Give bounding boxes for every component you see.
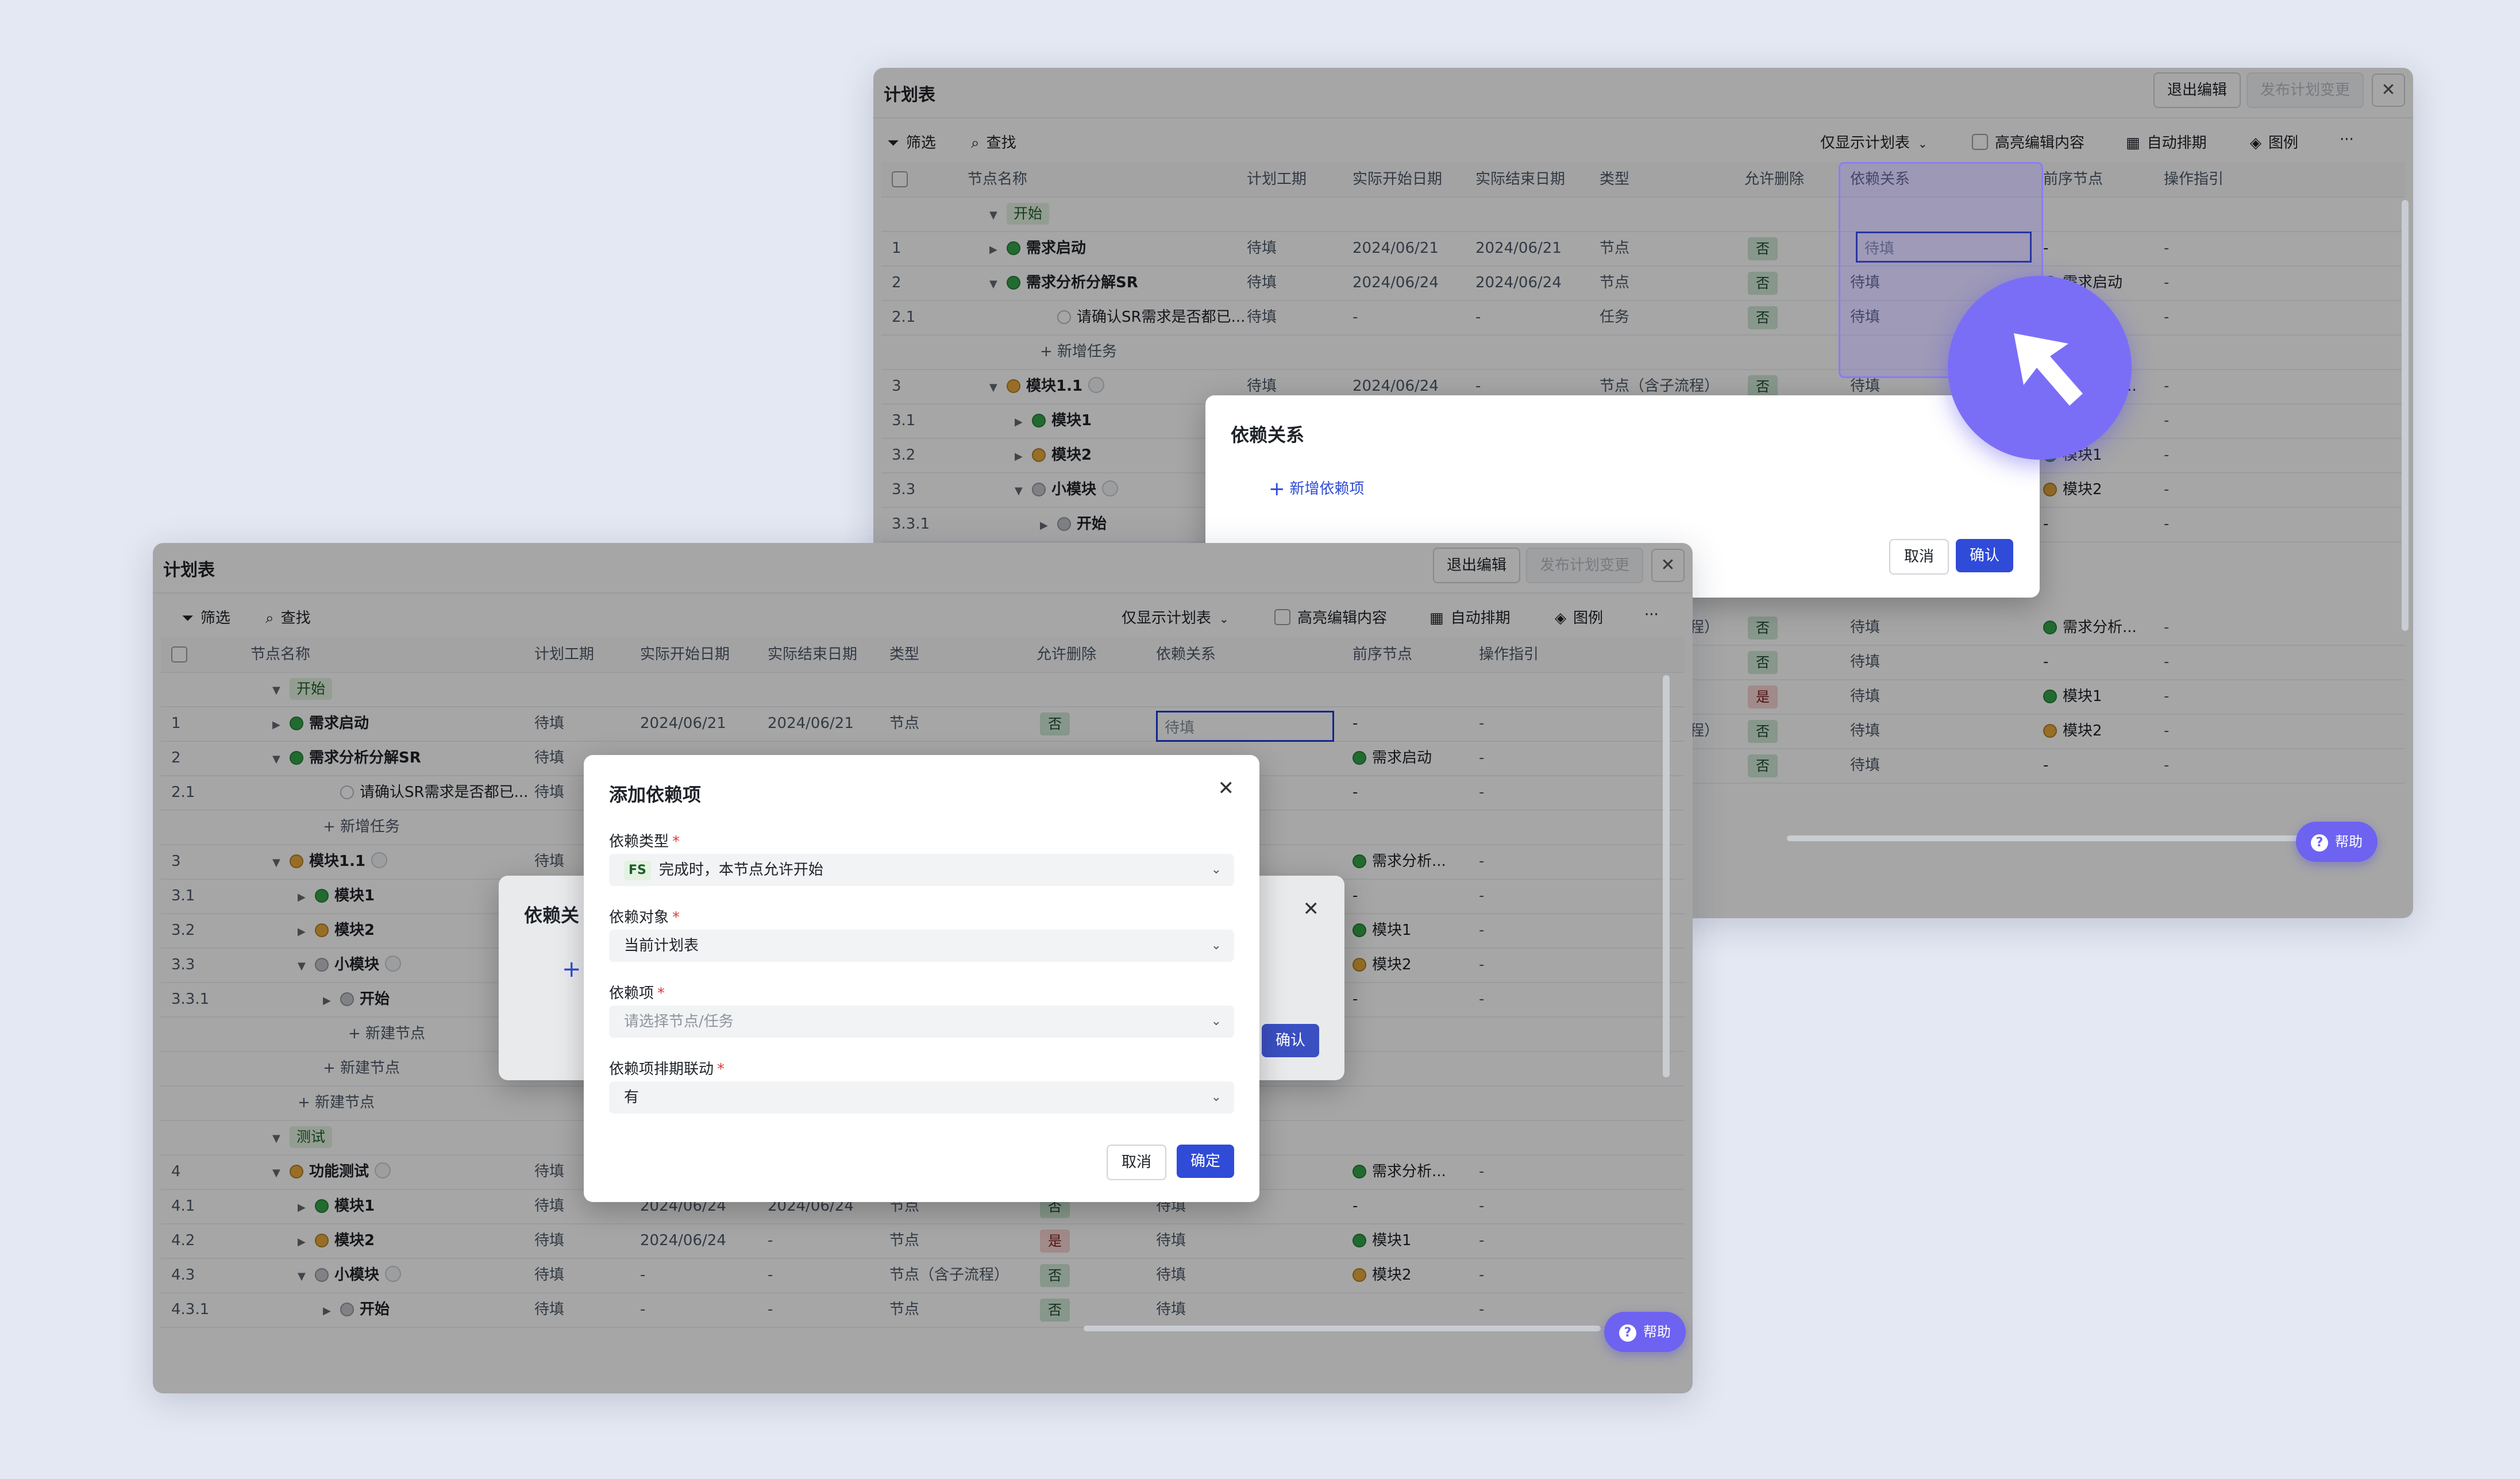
chevron-down-icon: ⌄ xyxy=(1211,862,1222,877)
field-value: 完成时，本节点允许开始 xyxy=(658,861,823,879)
close-icon[interactable]: ✕ xyxy=(1303,898,1320,920)
field-label-text: 依赖类型 xyxy=(609,833,669,850)
cancel-button[interactable]: 取消 xyxy=(1889,539,1949,575)
field-label: 依赖类型 * xyxy=(609,830,680,851)
field-value: 有 xyxy=(624,1089,639,1106)
field-value: 当前计划表 xyxy=(624,937,699,954)
field-label: 依赖项 * xyxy=(609,981,665,1003)
cancel-button[interactable]: 取消 xyxy=(1107,1145,1167,1180)
chevron-down-icon: ⌄ xyxy=(1211,1014,1222,1029)
field-value: 请选择节点/任务 xyxy=(624,1013,734,1030)
field-label-text: 依赖项 xyxy=(609,985,654,1002)
horizontal-scrollbar[interactable] xyxy=(1084,1326,1601,1331)
help-icon: ? xyxy=(2311,834,2328,852)
dependency-type-tag: FS xyxy=(624,861,651,880)
add-dependency-dialog: 添加依赖项 ✕ 依赖类型 * FS 完成时，本节点允许开始 ⌄ 依赖对象 * 当前计划表 ⌄ 依赖… xyxy=(584,755,1259,1202)
required-mark: * xyxy=(672,833,680,850)
confirm-button[interactable]: 确定 xyxy=(1177,1145,1235,1178)
vertical-scrollbar[interactable] xyxy=(2402,200,2409,631)
field-label-text: 依赖对象 xyxy=(609,909,669,926)
pointer-arrow-icon xyxy=(1948,276,2132,460)
dependency-dialog-title: 依赖关系 xyxy=(1231,424,1305,446)
add-dependency-title: 添加依赖项 xyxy=(609,784,702,806)
help-icon: ? xyxy=(1619,1324,1636,1342)
required-mark: * xyxy=(657,985,665,1002)
chevron-down-icon: ⌄ xyxy=(1211,1090,1222,1104)
confirm-button[interactable]: 确认 xyxy=(1956,539,2014,572)
add-dependency-plus-icon[interactable]: + xyxy=(562,956,581,983)
plus-icon: + xyxy=(1269,477,1285,500)
required-mark: * xyxy=(717,1061,725,1078)
dependency-dialog-title: 依赖关 xyxy=(524,904,580,926)
add-dependency-link[interactable]: + 新增依赖项 xyxy=(1269,477,1365,500)
help-label: 帮助 xyxy=(2335,834,2363,850)
horizontal-scrollbar[interactable] xyxy=(1787,835,2310,841)
help-button[interactable]: ? 帮助 xyxy=(2296,822,2378,862)
add-dependency-label: 新增依赖项 xyxy=(1289,480,1365,498)
close-icon[interactable]: ✕ xyxy=(1218,777,1235,800)
field-label: 依赖项排期联动 * xyxy=(609,1057,725,1079)
required-mark: * xyxy=(672,909,680,926)
field-select[interactable]: 请选择节点/任务 ⌄ xyxy=(609,1006,1234,1038)
vertical-scrollbar[interactable] xyxy=(1663,675,1670,1077)
help-button[interactable]: ? 帮助 xyxy=(1604,1312,1686,1352)
field-select[interactable]: FS 完成时，本节点允许开始 ⌄ xyxy=(609,854,1234,886)
confirm-button[interactable]: 确认 xyxy=(1262,1024,1320,1057)
field-select[interactable]: 有 ⌄ xyxy=(609,1081,1234,1114)
help-label: 帮助 xyxy=(1643,1324,1671,1340)
field-label: 依赖对象 * xyxy=(609,906,680,927)
field-select[interactable]: 当前计划表 ⌄ xyxy=(609,930,1234,962)
chevron-down-icon: ⌄ xyxy=(1211,938,1222,953)
field-label-text: 依赖项排期联动 xyxy=(609,1061,714,1078)
